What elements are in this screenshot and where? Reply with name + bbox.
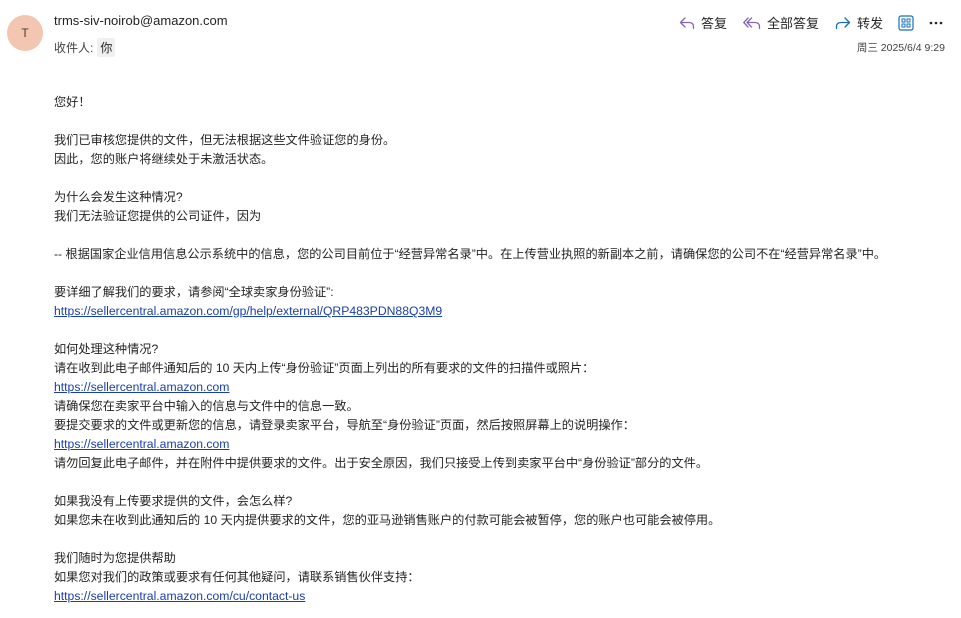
contact-us-link[interactable]: https://sellercentral.amazon.com/cu/cont… — [54, 589, 305, 603]
reply-all-button[interactable]: 全部答复 — [737, 11, 825, 34]
body-text: 我们随时为您提供帮助 — [54, 551, 176, 565]
recipients-row: 收件人: 你 — [54, 38, 116, 57]
recipient-chip[interactable]: 你 — [97, 38, 116, 57]
more-icon — [929, 21, 943, 24]
body-text: 如何处理这种情况? — [54, 342, 159, 356]
message-actions: 答复 全部答复 转发 — [673, 11, 949, 34]
body-text: 我们无法验证您提供的公司证件，因为 — [54, 209, 262, 223]
forward-button[interactable]: 转发 — [829, 11, 889, 34]
body-text: -- 根据国家企业信用信息公示系统中的信息，您的公司目前位于“经营异常名录”中。… — [54, 247, 887, 261]
apps-icon — [898, 14, 914, 31]
seller-central-link[interactable]: https://sellercentral.amazon.com — [54, 437, 229, 451]
reply-all-icon — [743, 16, 761, 29]
greeting: 您好！ — [54, 95, 91, 109]
recipients-label: 收件人: — [54, 41, 94, 55]
reply-icon — [679, 16, 695, 29]
timestamp: 周三 2025/6/4 9:29 — [856, 42, 945, 54]
forward-icon — [835, 16, 851, 29]
body-text: 要详细了解我们的要求，请参阅“全球卖家身份验证”: — [54, 285, 334, 299]
body-text: 请勿回复此电子邮件，并在附件中提供要求的文件。出于安全原因，我们只接受上传到卖家… — [54, 456, 709, 470]
reply-button[interactable]: 答复 — [673, 11, 733, 34]
help-link[interactable]: https://sellercentral.amazon.com/gp/help… — [54, 304, 442, 318]
reply-label: 答复 — [700, 16, 727, 31]
body-text: 如果您对我们的政策或要求有任何其他疑问，请联系销售伙伴支持： — [54, 570, 420, 584]
body-text: 要提交要求的文件或更新您的信息，请登录卖家平台，导航至“身份验证”页面，然后按照… — [54, 418, 635, 432]
avatar[interactable]: T — [7, 15, 43, 51]
body-text: 如果我没有上传要求提供的文件，会怎么样? — [54, 494, 293, 508]
body-text: 请确保您在卖家平台中输入的信息与文件中的信息一致。 — [54, 399, 359, 413]
body-text: 如果您未在收到此通知后的 10 天内提供要求的文件，您的亚马逊销售账户的付款可能… — [54, 513, 721, 527]
message-body: 您好！ 我们已审核您提供的文件，但无法根据这些文件验证您的身份。 因此，您的账户… — [54, 93, 949, 606]
sender-address[interactable]: trms-siv-noirob@amazon.com — [54, 13, 228, 28]
seller-central-link[interactable]: https://sellercentral.amazon.com — [54, 380, 229, 394]
forward-label: 转发 — [856, 16, 883, 31]
reply-all-label: 全部答复 — [766, 16, 819, 31]
more-button[interactable] — [923, 12, 949, 34]
body-text: 请在收到此电子邮件通知后的 10 天内上传“身份验证”页面上列出的所有要求的文件… — [54, 361, 595, 375]
apps-button[interactable] — [893, 12, 919, 34]
body-text: 为什么会发生这种情况? — [54, 190, 183, 204]
body-text: 因此，您的账户将继续处于未激活状态。 — [54, 152, 274, 166]
body-text: 我们已审核您提供的文件，但无法根据这些文件验证您的身份。 — [54, 133, 396, 147]
